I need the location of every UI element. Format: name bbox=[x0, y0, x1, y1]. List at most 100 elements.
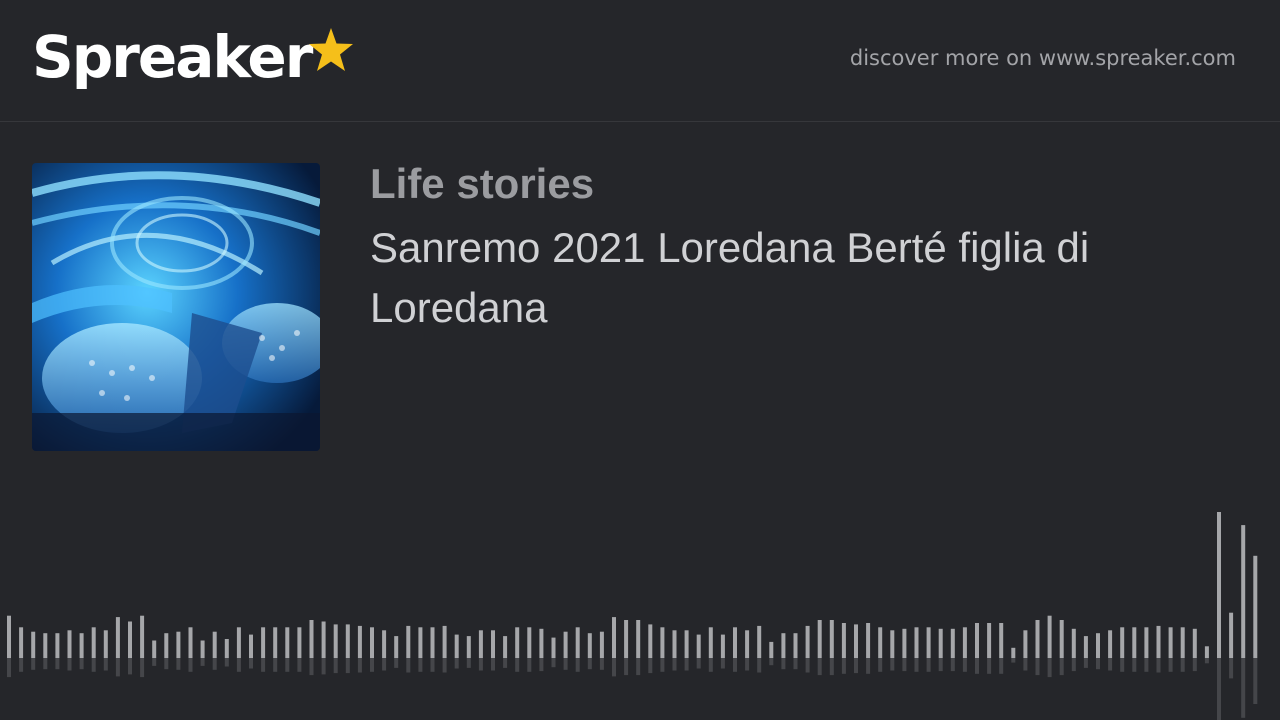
waveform-bar bbox=[1144, 627, 1149, 658]
spreaker-logo[interactable]: Spreaker bbox=[32, 22, 355, 102]
waveform-bar-reflection bbox=[696, 658, 701, 669]
waveform-bar bbox=[938, 628, 943, 658]
waveform-bar bbox=[212, 631, 217, 658]
waveform-bar-reflection bbox=[382, 658, 387, 671]
waveform-bar bbox=[249, 634, 253, 658]
waveform-bar bbox=[914, 627, 919, 658]
waveform-bar-reflection bbox=[128, 658, 132, 675]
waveform-bar-reflection bbox=[720, 658, 725, 669]
waveform-bar bbox=[442, 625, 447, 658]
waveform-bar-reflection bbox=[539, 658, 544, 672]
waveform-bar-reflection bbox=[249, 658, 253, 669]
cover-art bbox=[32, 163, 320, 451]
waveform-bar bbox=[43, 633, 48, 658]
waveform-bar bbox=[285, 627, 290, 658]
waveform-bar bbox=[370, 627, 374, 658]
waveform-bar-reflection bbox=[672, 658, 677, 671]
waveform-bar bbox=[817, 620, 822, 658]
waveform-bar-reflection bbox=[745, 658, 750, 671]
waveform-bar bbox=[890, 630, 895, 658]
waveform-bar bbox=[793, 633, 798, 658]
waveform-bar-reflection bbox=[999, 658, 1004, 674]
waveform-bar-reflection bbox=[478, 658, 483, 671]
episode-cover-image bbox=[32, 163, 320, 451]
waveform-bar-reflection bbox=[1059, 658, 1064, 676]
waveform-bar bbox=[1132, 627, 1137, 658]
waveform-bar bbox=[430, 627, 435, 658]
waveform-bar-reflection bbox=[914, 658, 919, 672]
waveform-bar-reflection bbox=[1229, 658, 1234, 679]
waveform-bar bbox=[563, 631, 568, 658]
waveform-bar-reflection bbox=[430, 658, 435, 672]
waveform-bar bbox=[660, 627, 665, 658]
waveform-bar bbox=[309, 620, 314, 658]
waveform-bar-reflection bbox=[854, 658, 858, 674]
waveform-bar bbox=[757, 625, 762, 658]
waveform-bar bbox=[987, 623, 992, 658]
waveform-bar bbox=[1035, 620, 1040, 658]
waveform-bar bbox=[1192, 628, 1197, 658]
waveform-bar-reflection bbox=[1144, 658, 1149, 672]
waveform-bar bbox=[394, 636, 399, 658]
waveform-bar-reflection bbox=[757, 658, 762, 673]
waveform-bar bbox=[357, 625, 362, 658]
discover-link[interactable]: discover more on www.spreaker.com bbox=[850, 46, 1236, 70]
waveform-bar-reflection bbox=[878, 658, 883, 672]
waveform-bar bbox=[1156, 625, 1161, 658]
waveform-bar bbox=[962, 627, 967, 658]
waveform-bar-reflection bbox=[1204, 658, 1209, 664]
waveform-bar-reflection bbox=[708, 658, 713, 672]
waveform-bar-reflection bbox=[926, 658, 931, 672]
waveform-bar bbox=[1059, 620, 1064, 658]
waveform-bar bbox=[273, 627, 278, 658]
waveform-bar-reflection bbox=[684, 658, 689, 671]
waveform-bar bbox=[720, 634, 725, 658]
waveform-bar-reflection bbox=[370, 658, 374, 672]
waveform-bar bbox=[950, 628, 955, 658]
waveform-bar bbox=[1229, 612, 1234, 658]
waveform-bar-reflection bbox=[515, 658, 520, 672]
star-icon bbox=[309, 28, 354, 71]
audio-waveform[interactable] bbox=[0, 500, 1280, 720]
show-title[interactable]: Life stories bbox=[370, 160, 594, 208]
waveform-bar-reflection bbox=[273, 658, 278, 672]
waveform-bar bbox=[745, 630, 750, 658]
waveform-bar-reflection bbox=[79, 658, 84, 670]
waveform-bar-reflection bbox=[115, 658, 120, 677]
waveform-bar-reflection bbox=[781, 658, 786, 670]
waveform-bar bbox=[1023, 630, 1028, 658]
waveform-bar-reflection bbox=[200, 658, 205, 666]
waveform-bar-reflection bbox=[1192, 658, 1197, 672]
waveform-bar bbox=[79, 633, 84, 658]
waveform-bar-reflection bbox=[660, 658, 665, 672]
waveform-bar bbox=[321, 621, 326, 658]
waveform-bar-reflection bbox=[527, 658, 532, 672]
waveform-bar-reflection bbox=[902, 658, 907, 672]
waveform-bar-reflection bbox=[406, 658, 411, 673]
waveform-bar bbox=[866, 623, 871, 658]
waveform-bar-reflection bbox=[152, 658, 157, 666]
waveform-bar-reflection bbox=[333, 658, 338, 674]
waveform-bar-reflection bbox=[636, 658, 641, 676]
waveform-bar bbox=[491, 630, 495, 658]
waveform-bar bbox=[1071, 628, 1076, 658]
waveform-bar-reflection bbox=[1168, 658, 1173, 672]
waveform-bar bbox=[188, 627, 193, 658]
waveform-bar bbox=[91, 627, 96, 658]
waveform-bar-reflection bbox=[140, 658, 145, 678]
waveform-bar bbox=[769, 641, 774, 658]
waveform-bar bbox=[345, 624, 350, 658]
waveform-bar-reflection bbox=[950, 658, 955, 672]
waveform-bar-reflection bbox=[890, 658, 895, 671]
waveform-bar-reflection bbox=[43, 658, 48, 670]
waveform-bar bbox=[200, 640, 205, 658]
waveform-bar bbox=[648, 624, 653, 658]
waveform-bar bbox=[152, 640, 157, 658]
waveform-bar-reflection bbox=[55, 658, 60, 670]
waveform-bar-reflection bbox=[648, 658, 653, 674]
waveform-bar bbox=[164, 633, 169, 658]
waveform-bar bbox=[781, 633, 786, 658]
waveform-bar-reflection bbox=[1253, 658, 1258, 704]
waveform-bar bbox=[1108, 630, 1113, 658]
waveform-bar-reflection bbox=[962, 658, 967, 672]
